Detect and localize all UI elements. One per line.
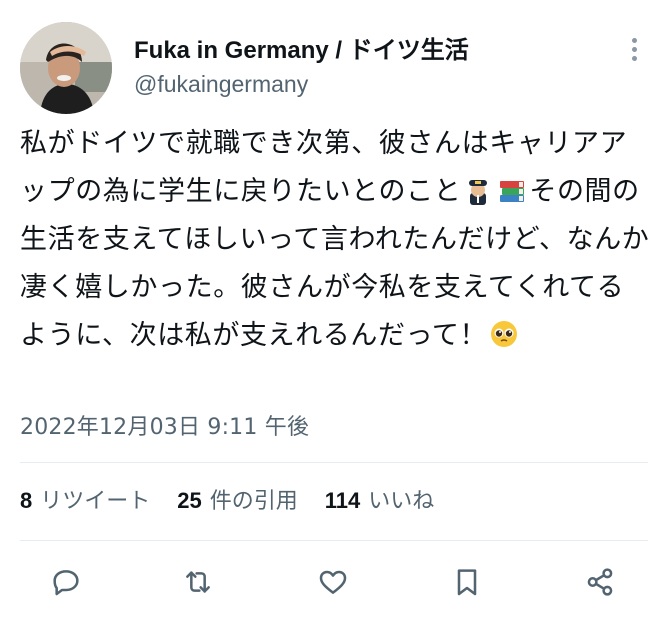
tweet-timestamp[interactable]: 2022年12月03日 9:11 午後 (20, 413, 309, 443)
divider (20, 540, 648, 541)
retweet-icon[interactable] (178, 562, 218, 602)
heart-icon[interactable] (313, 562, 353, 602)
more-options-icon[interactable] (628, 38, 640, 66)
likes-label: いいね (368, 489, 435, 514)
books-emoji-icon (500, 181, 525, 202)
quotes-stat[interactable]: 25 件の引用 (177, 485, 298, 518)
likes-stat[interactable]: 114 いいね (325, 485, 435, 518)
divider (20, 462, 648, 463)
reply-icon[interactable] (46, 562, 86, 602)
tweet-stats: 8 リツイート 25 件の引用 114 いいね (20, 485, 454, 518)
retweets-count: 8 (20, 488, 33, 513)
avatar[interactable] (20, 22, 112, 114)
share-icon[interactable] (580, 562, 620, 602)
pleading-face-emoji-icon (491, 321, 518, 347)
author-display-name[interactable]: Fuka in Germany / ドイツ生活 (134, 36, 469, 66)
tweet-card: Fuka in Germany / ドイツ生活 @fukaingermany 私… (0, 0, 668, 640)
retweets-label: リツイート (40, 489, 151, 514)
author-handle[interactable]: @fukaingermany (134, 70, 308, 98)
quotes-label: 件の引用 (209, 489, 298, 514)
quotes-count: 25 (177, 488, 202, 513)
bookmark-icon[interactable] (447, 562, 487, 602)
pilot-emoji-icon (469, 180, 488, 205)
likes-count: 114 (324, 488, 361, 513)
retweets-stat[interactable]: 8 リツイート (20, 485, 150, 518)
action-bar (0, 556, 668, 606)
tweet-text: 私がドイツで就職でき次第、彼さんはキャリアアップの為に学生に戻りたいとのこと そ… (20, 120, 650, 360)
